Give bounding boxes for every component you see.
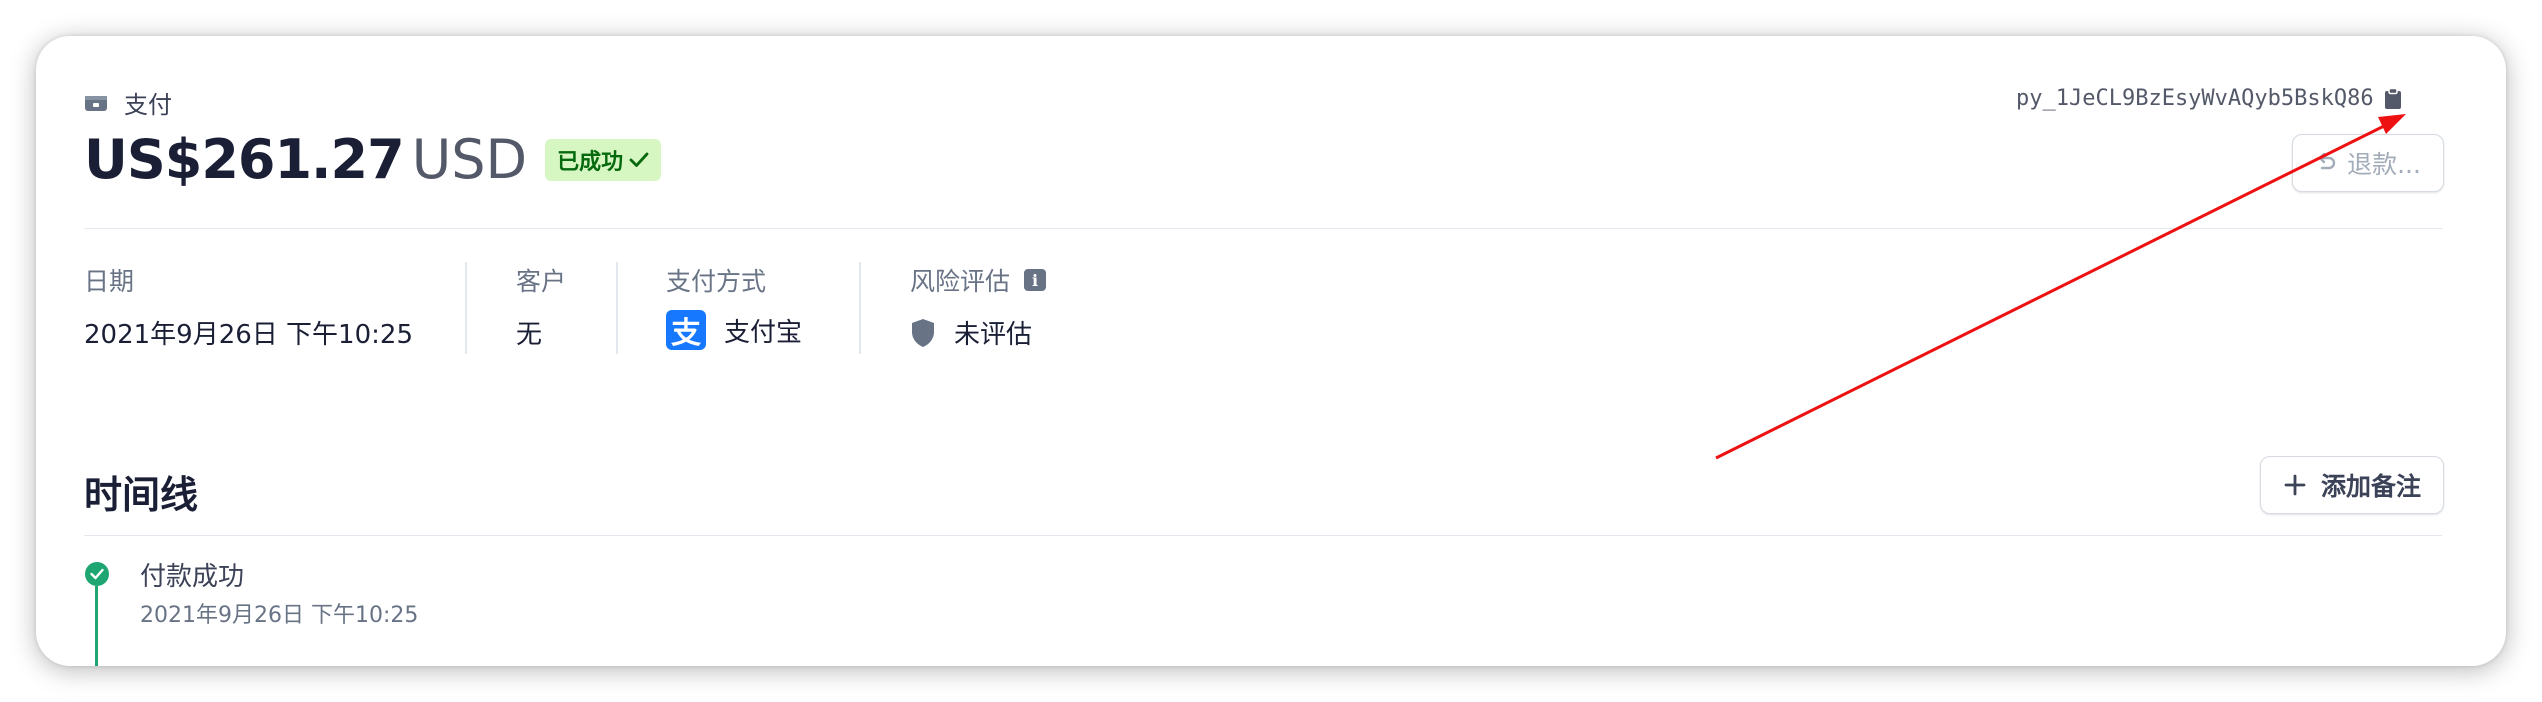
risk-value-row: 未评估: [910, 314, 1046, 351]
refund-button-label: 退款...: [2347, 150, 2421, 179]
info-icon[interactable]: i: [1024, 269, 1047, 291]
risk-label-row: 风险评估 i: [910, 262, 1047, 298]
meta-customer: 客户 无: [516, 262, 566, 354]
meta-risk: 风险评估 i 未评估: [910, 262, 1047, 354]
refund-button[interactable]: 退款...: [2292, 134, 2444, 192]
meta-separator: [859, 262, 861, 354]
date-value: 2021年9月26日 下午10:25: [84, 320, 413, 350]
meta-date: 日期 2021年9月26日 下午10:25: [84, 262, 413, 354]
currency-code: USD: [411, 128, 528, 191]
amount-row: US$261.27 USD 已成功: [84, 128, 662, 191]
timeline-title: 时间线: [84, 473, 199, 517]
risk-label: 风险评估: [910, 267, 1011, 296]
payment-amount: US$261.27: [84, 128, 405, 191]
check-circle-icon: [85, 562, 109, 586]
add-note-button-label: 添加备注: [2320, 472, 2421, 501]
status-badge-label: 已成功: [557, 149, 624, 175]
timeline-event-time: 2021年9月26日 下午10:25: [140, 603, 419, 628]
payment-method-value-row: 支 支付宝: [666, 310, 803, 351]
clipboard-icon[interactable]: [2384, 87, 2402, 110]
plus-icon: [2284, 474, 2306, 496]
header-divider: [84, 228, 2442, 229]
meta-payment-method: 支付方式 支 支付宝: [666, 262, 802, 354]
checkmark-icon: [629, 152, 649, 167]
payment-id-text: py_1JeCL9BzEsyWvAQyb5BskQ86: [2016, 86, 2374, 111]
payment-id: py_1JeCL9BzEsyWvAQyb5BskQ86: [2016, 86, 2402, 111]
customer-value: 无: [516, 320, 543, 350]
timeline-event-title: 付款成功: [140, 562, 245, 592]
risk-value: 未评估: [954, 320, 1033, 350]
section-label: 支付: [84, 85, 172, 120]
timeline-divider: [84, 535, 2442, 536]
wallet-icon: [85, 95, 107, 111]
timeline-line: [95, 586, 98, 666]
meta-separator: [465, 262, 467, 354]
date-label: 日期: [84, 267, 135, 296]
payment-detail-card: 支付 US$261.27 USD 已成功 py_1JeCL9BzEsyWvAQy…: [36, 36, 2506, 666]
section-label-text: 支付: [124, 91, 172, 119]
undo-icon: [2318, 152, 2336, 170]
alipay-icon: 支: [666, 310, 706, 351]
status-badge: 已成功: [545, 138, 662, 181]
add-note-button[interactable]: 添加备注: [2260, 456, 2444, 514]
customer-label: 客户: [516, 267, 567, 296]
payment-method-value: 支付宝: [724, 317, 803, 348]
shield-icon: [912, 318, 934, 347]
meta-separator: [616, 262, 618, 354]
payment-method-label: 支付方式: [666, 267, 767, 296]
